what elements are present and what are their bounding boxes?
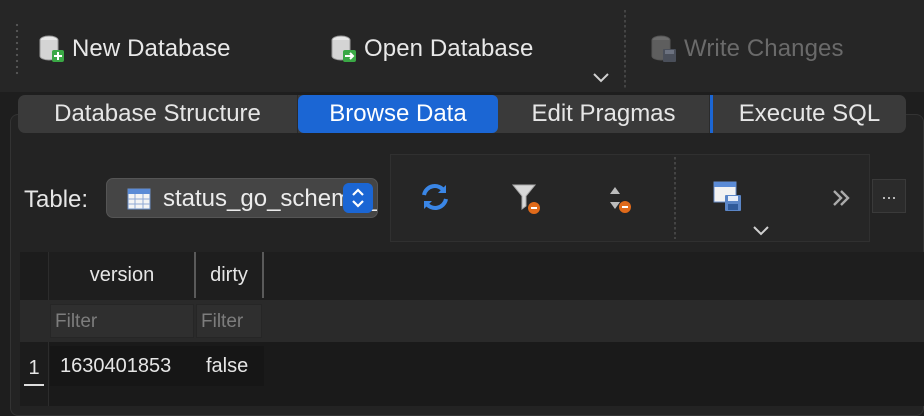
toolbar-grip[interactable]	[15, 22, 19, 78]
write-changes-button[interactable]: Write Changes	[650, 30, 844, 68]
overflow-icon[interactable]	[831, 183, 861, 213]
tab-database-structure-label: Database Structure	[54, 100, 261, 127]
column-header-dirty[interactable]: dirty	[196, 252, 264, 298]
table-cell-version[interactable]: 1630401853	[50, 346, 196, 386]
more-button-label: ...	[881, 183, 897, 203]
write-changes-label: Write Changes	[684, 35, 844, 62]
database-open-icon	[331, 35, 356, 62]
tab-bar: Database Structure Browse Data Edit Prag…	[18, 95, 906, 133]
clear-filters-icon[interactable]	[509, 181, 545, 217]
toolbar-separator	[624, 10, 626, 88]
open-database-button[interactable]: Open Database	[330, 30, 533, 68]
filter-input-version[interactable]: Filter	[50, 304, 194, 338]
new-database-button[interactable]: New Database	[38, 30, 231, 68]
filter-version-placeholder: Filter	[55, 311, 98, 332]
database-write-icon	[651, 35, 676, 62]
table-icon	[127, 188, 151, 210]
table-cell-dirty[interactable]: false	[196, 346, 264, 386]
tab-database-structure[interactable]: Database Structure	[18, 95, 298, 133]
chevron-down-icon[interactable]	[591, 70, 611, 86]
open-database-label: Open Database	[364, 35, 534, 62]
tab-browse-data-label: Browse Data	[329, 100, 467, 127]
database-new-icon	[39, 35, 64, 62]
tab-edit-pragmas[interactable]: Edit Pragmas	[498, 95, 710, 133]
filter-dirty-placeholder: Filter	[201, 311, 244, 332]
column-header-version-label: version	[89, 263, 155, 286]
table-select[interactable]: status_go_schema_migrations	[106, 178, 378, 218]
save-table-chevron-icon[interactable]	[751, 225, 771, 237]
main-toolbar: New Database Open Database Write Changes	[0, 0, 924, 92]
tab-execute-sql[interactable]: Execute SQL	[710, 95, 906, 133]
table-label: Table:	[24, 186, 89, 213]
column-header-dirty-label: dirty	[210, 263, 248, 286]
data-grid: version dirty Filter Filter 1 1630401853…	[20, 252, 924, 406]
more-button[interactable]: ...	[872, 179, 906, 213]
save-table-icon[interactable]	[711, 179, 747, 215]
new-database-label: New Database	[72, 35, 231, 62]
tab-browse-data[interactable]: Browse Data	[298, 95, 498, 133]
tab-edit-pragmas-label: Edit Pragmas	[531, 100, 676, 127]
select-stepper-icon	[343, 183, 373, 213]
column-header-version[interactable]: version	[50, 252, 196, 298]
tab-execute-sql-label: Execute SQL	[738, 100, 881, 127]
row-current-indicator	[24, 384, 44, 386]
browse-toolbar	[390, 154, 870, 242]
clear-sort-icon[interactable]	[603, 183, 639, 219]
refresh-icon[interactable]	[417, 179, 453, 215]
table-selector-row: Table:	[24, 178, 88, 222]
row-number[interactable]: 1	[20, 348, 48, 388]
browse-toolbar-separator	[674, 157, 676, 239]
filter-input-dirty[interactable]: Filter	[196, 304, 262, 338]
